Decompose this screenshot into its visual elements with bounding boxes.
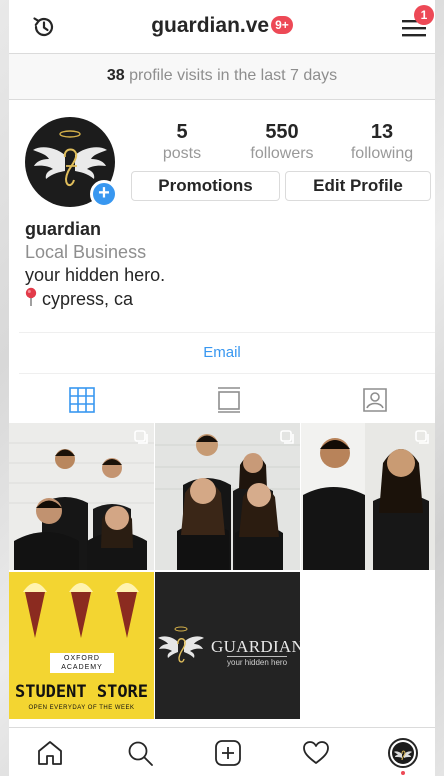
store-hours-caption: OPEN EVERYDAY OF THE WEEK xyxy=(28,705,135,711)
profile-tagline: your hidden hero. xyxy=(25,265,166,285)
profile-visits-banner[interactable]: 38 profile visits in the last 7 days xyxy=(9,54,435,100)
stat-followers-value: 550 xyxy=(265,121,299,143)
profile-icon[interactable] xyxy=(388,738,418,768)
stat-following[interactable]: 13 following xyxy=(344,121,420,163)
post-thumbnail[interactable] xyxy=(301,423,435,570)
stat-posts-value: 5 xyxy=(176,121,188,143)
top-bar: guardian.ve 9+ 1 xyxy=(9,0,435,54)
multiple-photos-icon xyxy=(280,430,294,444)
visits-count: 38 xyxy=(106,67,125,84)
email-button[interactable]: Email xyxy=(9,344,435,361)
username-title[interactable]: guardian.ve 9+ xyxy=(9,14,435,38)
content-tabs xyxy=(9,378,435,422)
student-store-heading: STUDENT STORE xyxy=(14,682,149,702)
stat-followers[interactable]: 550 followers xyxy=(242,121,322,163)
group-photo xyxy=(155,423,300,570)
pin-icon xyxy=(25,287,37,306)
profile-screen: guardian.ve 9+ 1 38 profile visits in the… xyxy=(9,0,435,776)
post-thumbnail[interactable] xyxy=(9,423,154,570)
username-text: guardian.ve xyxy=(151,14,270,37)
multiple-photos-icon xyxy=(415,430,429,444)
bio: guardian Local Business your hidden hero… xyxy=(25,218,165,311)
profile-name: guardian xyxy=(25,219,102,239)
stat-following-value: 13 xyxy=(370,121,394,143)
activity-icon[interactable] xyxy=(302,739,330,767)
brand-line-1: OXFORD xyxy=(64,655,100,662)
stat-following-label: following xyxy=(350,145,414,162)
stat-followers-label: followers xyxy=(250,145,314,162)
new-post-icon[interactable] xyxy=(214,739,242,767)
add-story-button[interactable]: + xyxy=(90,180,118,208)
post-thumbnail[interactable]: GUARDIAN your hidden hero xyxy=(155,572,300,719)
edit-profile-button[interactable]: Edit Profile xyxy=(285,171,431,201)
guardian-logo-icon xyxy=(394,750,412,761)
multiple-photos-icon xyxy=(134,430,148,444)
group-photo xyxy=(9,423,154,570)
divider xyxy=(19,373,435,374)
grid-view-icon[interactable] xyxy=(68,386,96,414)
stat-posts-label: posts xyxy=(162,145,202,162)
feed-view-icon[interactable] xyxy=(215,386,243,414)
stat-posts[interactable]: 5 posts xyxy=(156,121,208,163)
post-thumbnail[interactable] xyxy=(155,423,300,570)
visits-text: profile visits in the last 7 days xyxy=(124,67,338,84)
oxford-academy-label: OXFORD ACADEMY xyxy=(50,653,114,673)
tagged-icon[interactable] xyxy=(361,386,389,414)
mini-avatar xyxy=(392,742,414,764)
brand-line-2: ACADEMY xyxy=(61,664,103,671)
hidden-hero-tagline: your hidden hero xyxy=(227,656,288,667)
profile-category: Local Business xyxy=(25,242,147,262)
post-thumbnail[interactable]: OXFORD ACADEMY STUDENT STORE OPEN EVERYD… xyxy=(9,572,154,719)
profile-location: cypress, ca xyxy=(25,287,165,311)
location-text: cypress, ca xyxy=(42,289,134,309)
bottom-nav xyxy=(9,727,435,776)
guardian-wordmark: GUARDIAN xyxy=(211,637,300,656)
menu-badge: 1 xyxy=(414,5,434,25)
home-icon[interactable] xyxy=(36,739,64,767)
search-icon[interactable] xyxy=(126,739,154,767)
pair-photo xyxy=(301,423,435,570)
divider xyxy=(19,332,435,333)
promotions-button[interactable]: Promotions xyxy=(131,171,280,201)
notification-badge: 9+ xyxy=(271,16,293,34)
activity-dot xyxy=(401,771,405,775)
